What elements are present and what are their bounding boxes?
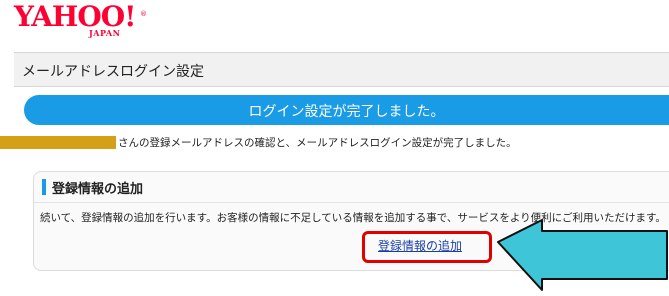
logo-registered-mark: ® <box>140 10 147 18</box>
page-header-bar: メールアドレスログイン設定 <box>14 52 669 87</box>
logo-subtitle: JAPAN <box>89 28 121 38</box>
section-title: 登録情報の追加 <box>52 182 144 197</box>
yahoo-japan-logo[interactable]: YAHOO! ® JAPAN <box>14 2 147 40</box>
redacted-username <box>0 136 116 149</box>
section-divider <box>34 202 669 203</box>
pointer-arrow-icon <box>497 219 668 291</box>
completion-message: さんの登録メールアドレスの確認と、メールアドレスログイン設定が完了しました。 <box>118 137 517 149</box>
page-title: メールアドレスログイン設定 <box>22 64 204 80</box>
completion-banner-text: ログイン設定が完了しました。 <box>248 104 445 120</box>
section-accent-bar <box>42 179 46 195</box>
add-registration-info-link[interactable]: 登録情報の追加 <box>378 237 462 254</box>
completion-banner: ログイン設定が完了しました。 <box>24 95 669 125</box>
